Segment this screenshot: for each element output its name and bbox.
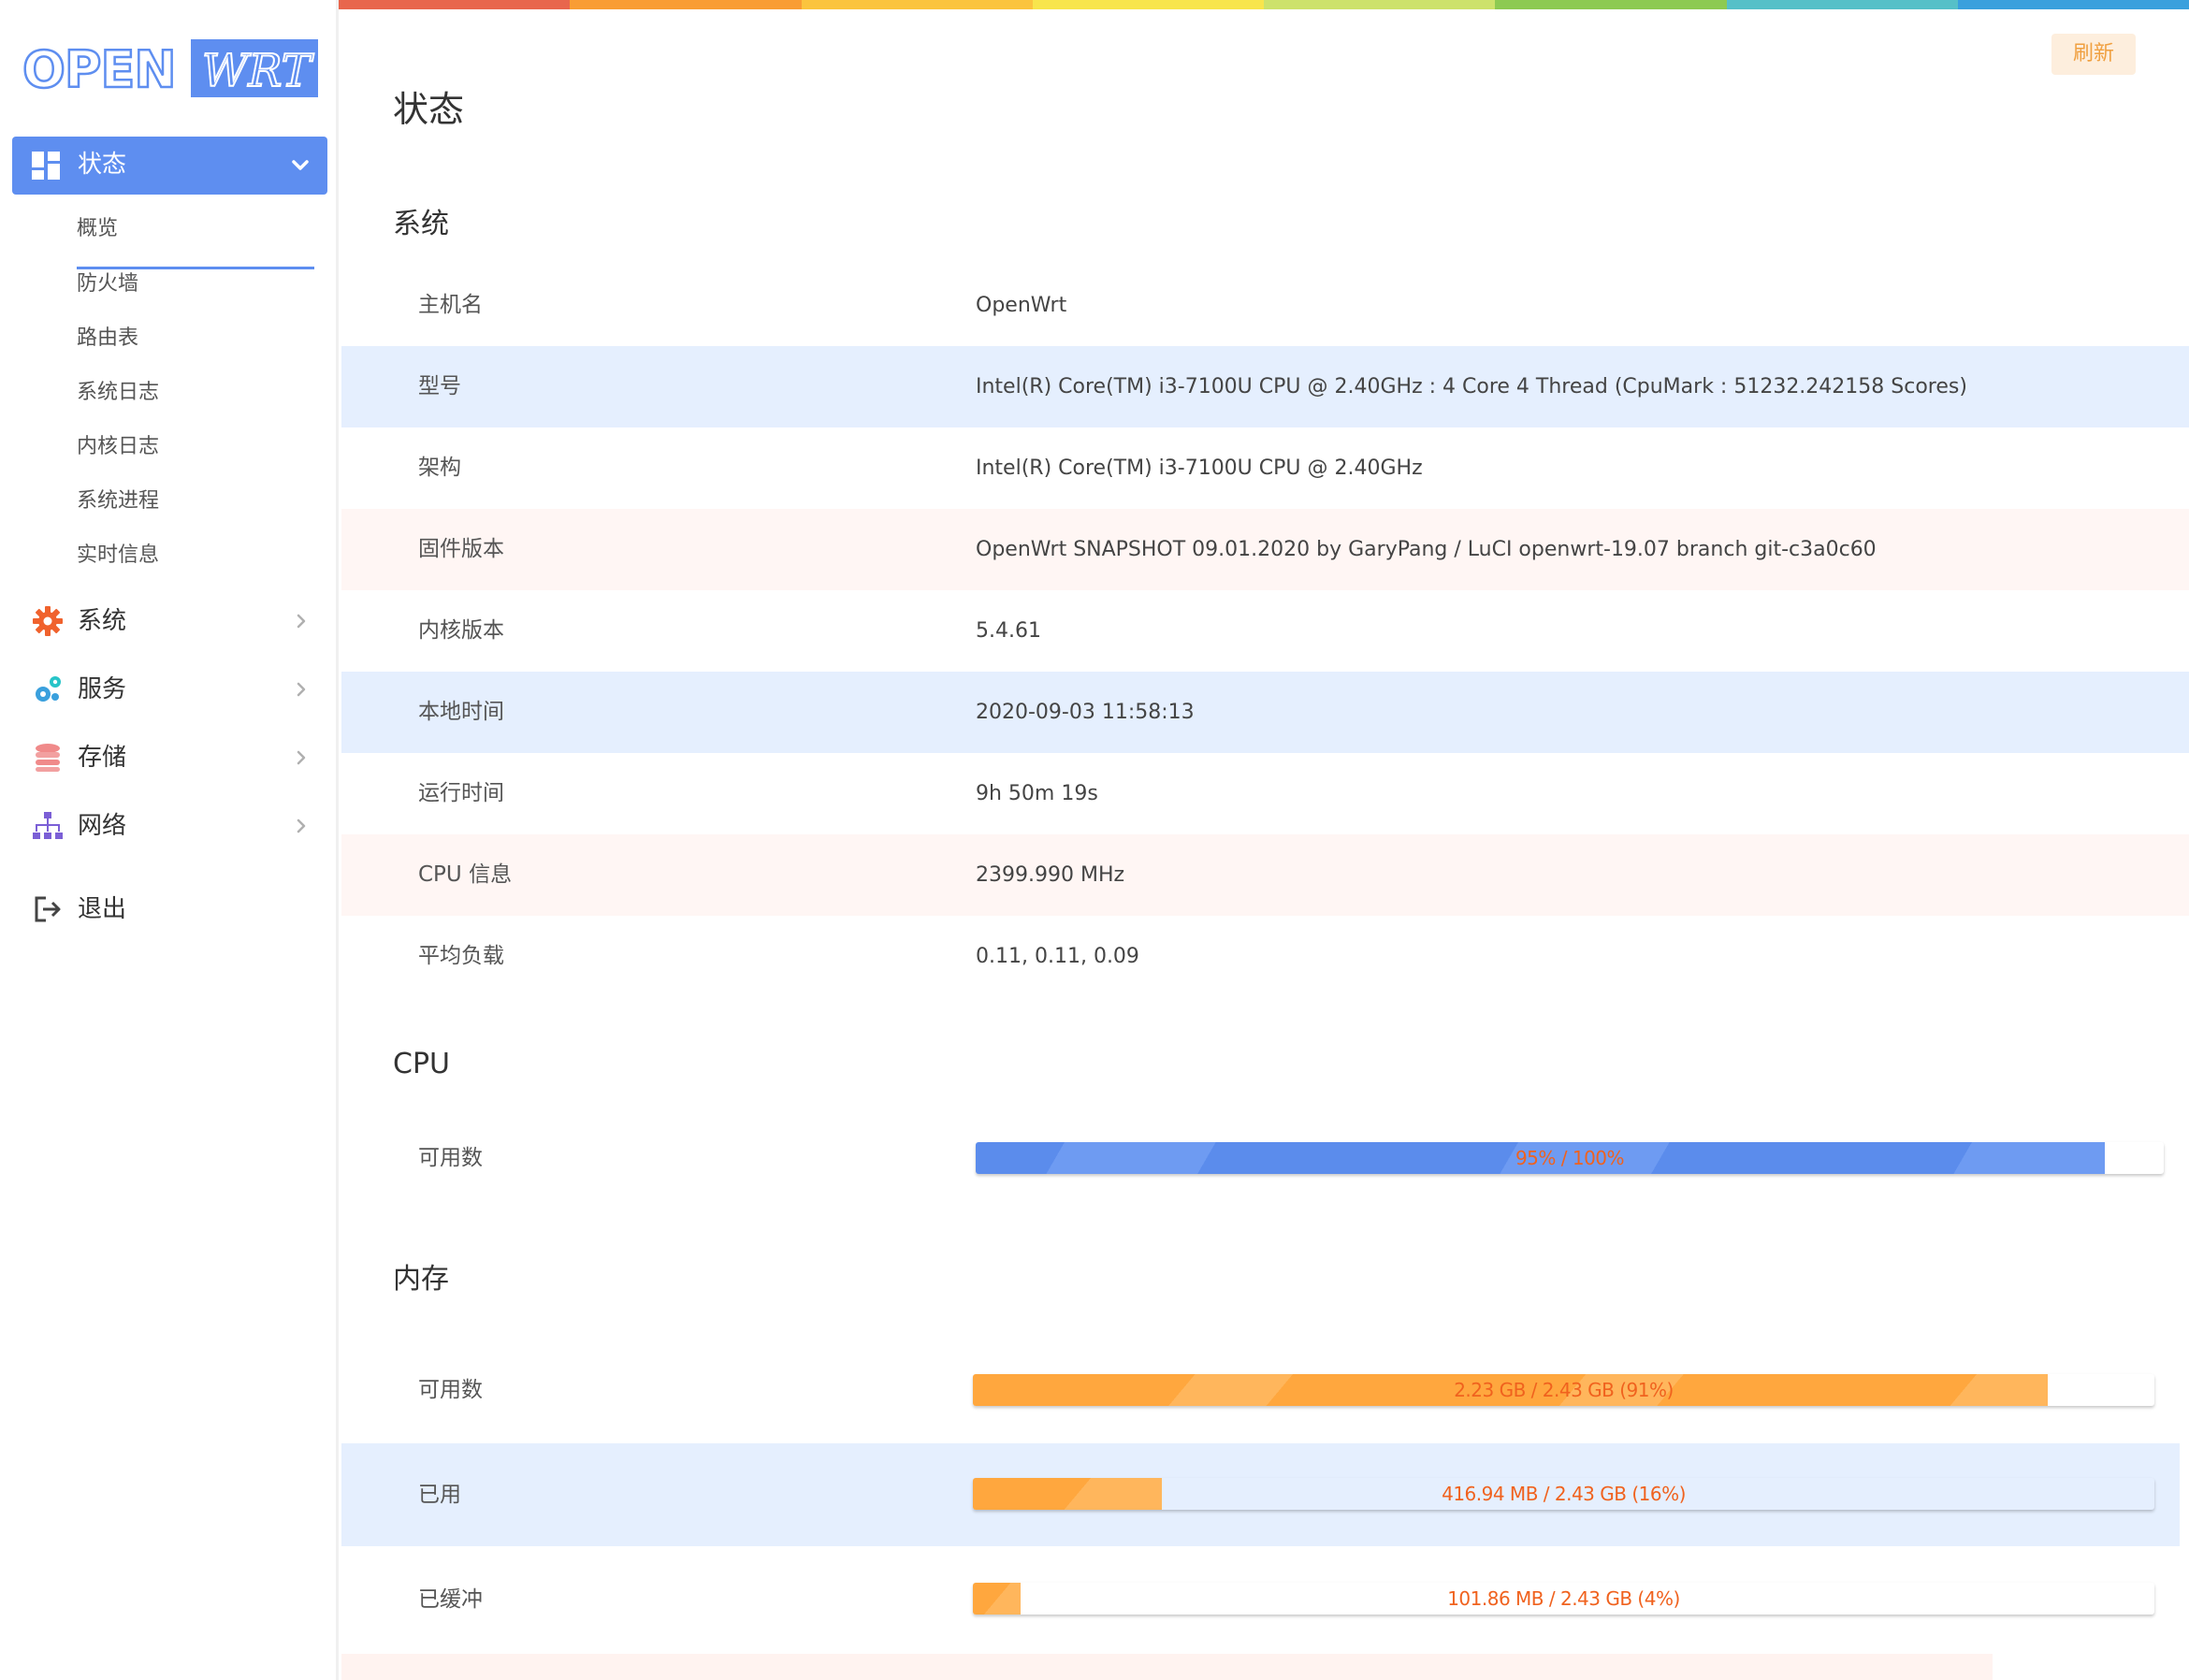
page-title: 状态 xyxy=(393,89,465,130)
row-key-architecture: 架构 xyxy=(418,456,461,480)
memory-used-label: 已用 xyxy=(418,1483,461,1507)
sidebar: OPEN WRT 状态 概览 防火墙 路由表 系统日志 内核日志 系统进程 实时… xyxy=(0,0,339,1680)
table-row: 运行时间 9h 50m 19s xyxy=(341,753,2189,834)
row-key-local-time: 本地时间 xyxy=(418,700,504,724)
cpu-progress-text: 95% / 100% xyxy=(1515,1147,1625,1169)
sitemap-icon xyxy=(33,812,63,839)
sidebar-item-network-label: 网络 xyxy=(78,812,127,840)
logo-left-text: OPEN xyxy=(22,40,176,99)
row-key-model: 型号 xyxy=(418,374,461,398)
cogs-icon xyxy=(36,676,61,702)
section-title-memory: 内存 xyxy=(393,1263,449,1296)
row-key-kernel: 内核版本 xyxy=(418,618,504,643)
sidebar-item-storage[interactable]: 存储 xyxy=(12,730,327,786)
row-value-model: Intel(R) Core(TM) i3-7100U CPU @ 2.40GHz… xyxy=(976,375,1967,398)
chevron-right-icon xyxy=(297,614,306,629)
section-title-cpu: CPU xyxy=(393,1048,450,1080)
sidebar-item-status[interactable]: 状态 xyxy=(12,137,327,195)
gear-icon xyxy=(33,606,63,636)
memory-buffered-bar: 101.86 MB / 2.43 GB (4%) xyxy=(973,1583,2154,1615)
sidebar-item-logout[interactable]: 退出 xyxy=(12,881,327,937)
database-icon xyxy=(36,744,60,772)
memory-available-bar: 2.23 GB / 2.43 GB (91%) xyxy=(973,1374,2154,1406)
sidebar-subitem-firewall[interactable]: 防火墙 xyxy=(77,266,316,303)
sidebar-item-services-label: 服务 xyxy=(78,675,127,703)
sidebar-item-storage-label: 存储 xyxy=(78,744,127,772)
sidebar-item-services[interactable]: 服务 xyxy=(12,661,327,717)
sidebar-subitem-kernel-log[interactable]: 内核日志 xyxy=(77,428,316,466)
sidebar-item-network[interactable]: 网络 xyxy=(12,798,327,854)
row-value-local-time: 2020-09-03 11:58:13 xyxy=(976,701,1195,724)
chevron-right-icon xyxy=(297,682,306,697)
row-key-load-average: 平均负载 xyxy=(418,944,504,968)
dashboard-icon xyxy=(32,152,60,180)
table-row: 本地时间 2020-09-03 11:58:13 xyxy=(341,672,2189,753)
table-row: 固件版本 OpenWrt SNAPSHOT 09.01.2020 by Gary… xyxy=(341,509,2189,590)
cpu-available-label: 可用数 xyxy=(418,1146,483,1170)
refresh-button[interactable]: 刷新 xyxy=(2051,34,2136,75)
row-key-hostname: 主机名 xyxy=(418,293,483,317)
next-row-strip xyxy=(341,1654,1993,1680)
table-row: 型号 Intel(R) Core(TM) i3-7100U CPU @ 2.40… xyxy=(341,346,2189,427)
rainbow-segment-2 xyxy=(570,0,802,9)
rainbow-segment-6 xyxy=(1495,0,1727,9)
row-value-architecture: Intel(R) Core(TM) i3-7100U CPU @ 2.40GHz xyxy=(976,456,1423,480)
rainbow-segment-7 xyxy=(1726,0,1958,9)
rainbow-segment-8 xyxy=(1957,0,2189,9)
row-value-cpu-info: 2399.990 MHz xyxy=(976,863,1125,887)
memory-available-text: 2.23 GB / 2.43 GB (91%) xyxy=(1454,1379,1674,1401)
row-value-kernel: 5.4.61 xyxy=(976,619,1041,643)
sidebar-subitem-routes[interactable]: 路由表 xyxy=(77,320,316,357)
memory-used-text: 416.94 MB / 2.43 GB (16%) xyxy=(1442,1483,1686,1505)
table-row: 内核版本 5.4.61 xyxy=(341,590,2189,672)
top-rainbow-bar xyxy=(339,0,2189,9)
openwrt-logo[interactable]: OPEN WRT xyxy=(22,37,318,100)
row-value-load-average: 0.11, 0.11, 0.09 xyxy=(976,945,1139,968)
memory-buffered-label: 已缓冲 xyxy=(418,1587,483,1612)
row-key-uptime: 运行时间 xyxy=(418,781,504,805)
row-value-hostname: OpenWrt xyxy=(976,294,1067,317)
sidebar-item-system-label: 系统 xyxy=(78,607,127,635)
rainbow-segment-4 xyxy=(1032,0,1264,9)
sidebar-subitem-processes[interactable]: 系统进程 xyxy=(77,483,316,520)
chevron-down-icon xyxy=(292,160,309,170)
row-value-uptime: 9h 50m 19s xyxy=(976,782,1098,805)
table-row: 主机名 OpenWrt xyxy=(341,265,2189,346)
sidebar-subitem-system-log[interactable]: 系统日志 xyxy=(77,374,316,412)
row-key-firmware: 固件版本 xyxy=(418,537,504,561)
chevron-right-icon xyxy=(297,818,306,833)
sidebar-item-logout-label: 退出 xyxy=(78,895,127,923)
memory-buffered-text: 101.86 MB / 2.43 GB (4%) xyxy=(1447,1587,1680,1610)
sidebar-subitem-realtime[interactable]: 实时信息 xyxy=(77,537,316,574)
chevron-right-icon xyxy=(297,750,306,765)
sidebar-item-system[interactable]: 系统 xyxy=(12,593,327,649)
table-row: 平均负载 0.11, 0.11, 0.09 xyxy=(341,916,2189,997)
row-key-cpu-info: CPU 信息 xyxy=(418,862,513,887)
rainbow-segment-5 xyxy=(1264,0,1496,9)
sidebar-item-status-label: 状态 xyxy=(78,151,127,179)
section-title-system: 系统 xyxy=(393,208,449,240)
cpu-progress-bar: 95% / 100% xyxy=(976,1142,2164,1174)
row-value-firmware: OpenWrt SNAPSHOT 09.01.2020 by GaryPang … xyxy=(976,538,1877,561)
memory-used-bar: 416.94 MB / 2.43 GB (16%) xyxy=(973,1478,2154,1510)
rainbow-segment-1 xyxy=(339,0,571,9)
logo-right-text: WRT xyxy=(202,45,314,97)
sidebar-subitem-overview[interactable]: 概览 xyxy=(77,210,316,269)
rainbow-segment-3 xyxy=(801,0,1033,9)
logout-icon xyxy=(35,896,61,922)
memory-available-label: 可用数 xyxy=(418,1378,483,1402)
table-row: CPU 信息 2399.990 MHz xyxy=(341,834,2189,916)
table-row: 架构 Intel(R) Core(TM) i3-7100U CPU @ 2.40… xyxy=(341,427,2189,509)
